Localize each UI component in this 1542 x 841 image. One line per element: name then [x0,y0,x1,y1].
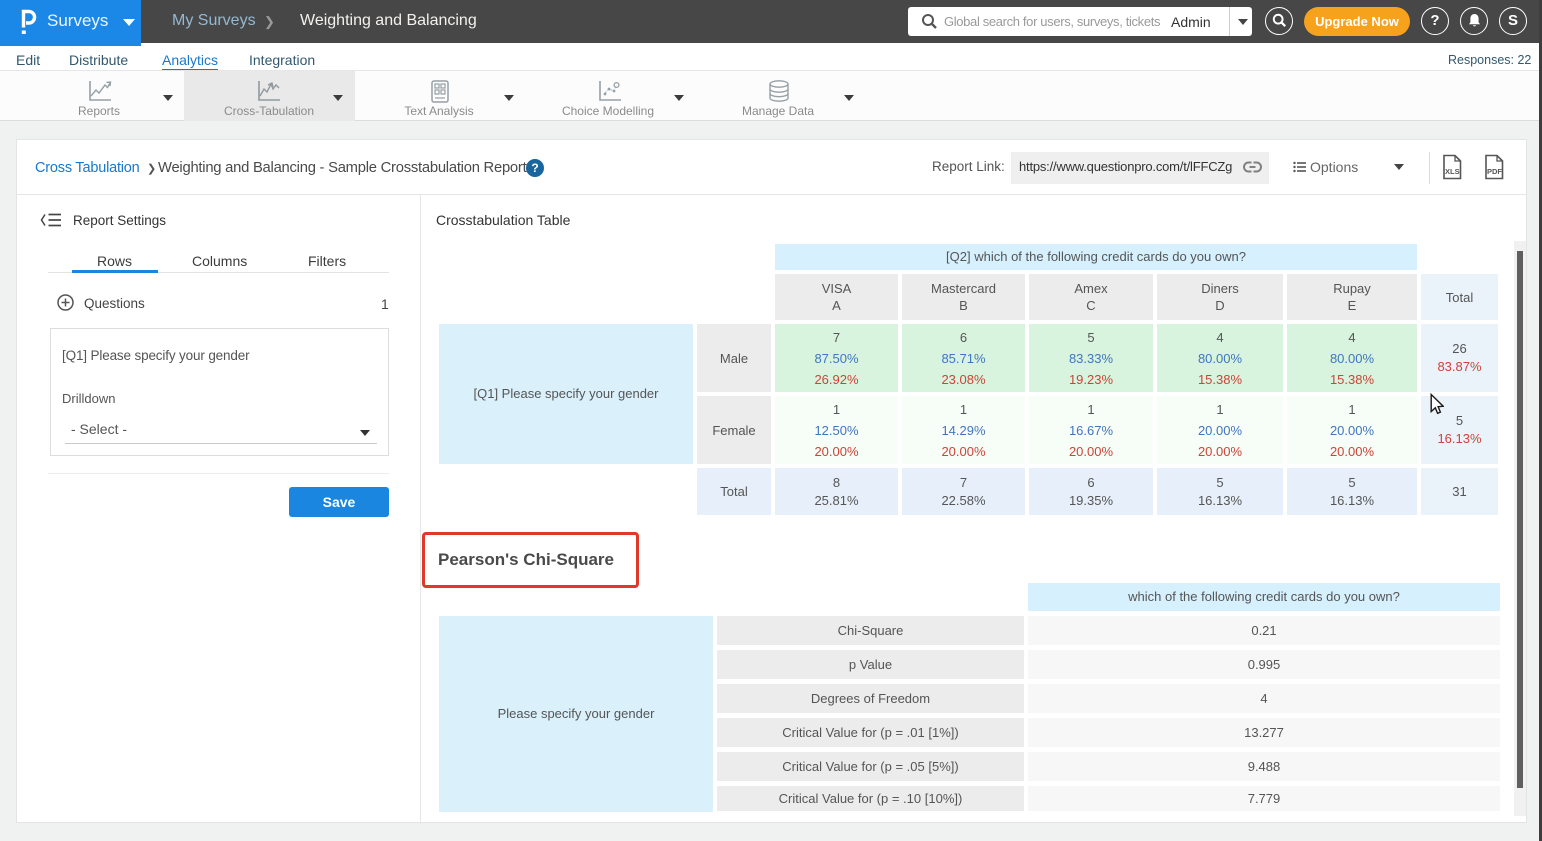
svg-text:XLS: XLS [1445,167,1460,176]
svg-text:PDF: PDF [1487,167,1502,176]
